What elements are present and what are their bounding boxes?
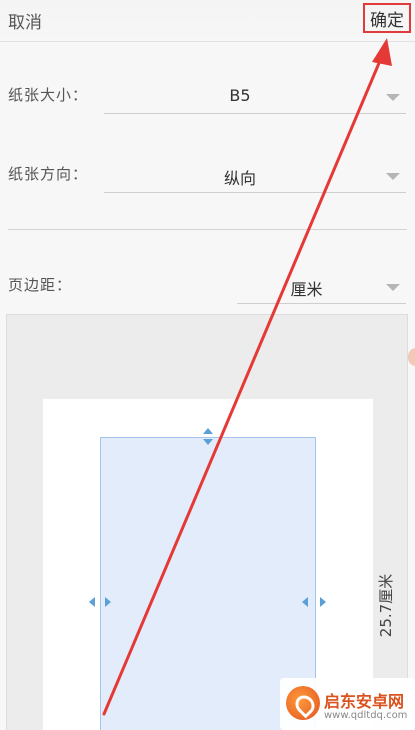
watermark-title: 启东安卓网 — [324, 692, 405, 711]
arrow-head-icon — [372, 38, 392, 66]
paper-height-label: 25.7厘米 — [377, 573, 396, 637]
paper-size-value: B5 — [229, 86, 251, 105]
watermark-logo-icon — [286, 686, 320, 720]
page-preview-area — [6, 314, 408, 730]
margin-unit-select[interactable]: 厘米 — [237, 272, 406, 304]
right-margin-left-handle-icon[interactable] — [302, 597, 308, 607]
top-margin-up-handle-icon[interactable] — [203, 428, 213, 434]
left-margin-left-handle-icon[interactable] — [89, 597, 95, 607]
paper-size-select[interactable]: B5 — [104, 82, 406, 114]
confirm-button[interactable]: 确定 — [363, 3, 411, 33]
watermark-url: www.qdltdq.com — [324, 710, 408, 721]
right-margin-right-handle-icon[interactable] — [320, 597, 326, 607]
chevron-down-icon — [386, 173, 400, 180]
margin-unit-value: 厘米 — [290, 280, 323, 299]
chevron-down-icon — [386, 284, 400, 291]
cancel-button[interactable]: 取消 — [8, 8, 42, 33]
orientation-label: 纸张方向： — [8, 165, 89, 183]
floating-edge-handle[interactable] — [408, 348, 415, 366]
chevron-down-icon — [386, 94, 400, 101]
section-divider — [8, 229, 407, 230]
top-bar: 取消 确定 — [0, 0, 415, 42]
top-margin-down-handle-icon[interactable] — [203, 439, 213, 445]
site-watermark: 启东安卓网 www.qdltdq.com — [280, 678, 415, 730]
paper-size-label: 纸张大小： — [8, 86, 89, 104]
orientation-value: 纵向 — [223, 169, 256, 188]
orientation-select[interactable]: 纵向 — [104, 161, 406, 193]
margins-label: 页边距： — [8, 276, 73, 294]
left-margin-right-handle-icon[interactable] — [105, 597, 111, 607]
